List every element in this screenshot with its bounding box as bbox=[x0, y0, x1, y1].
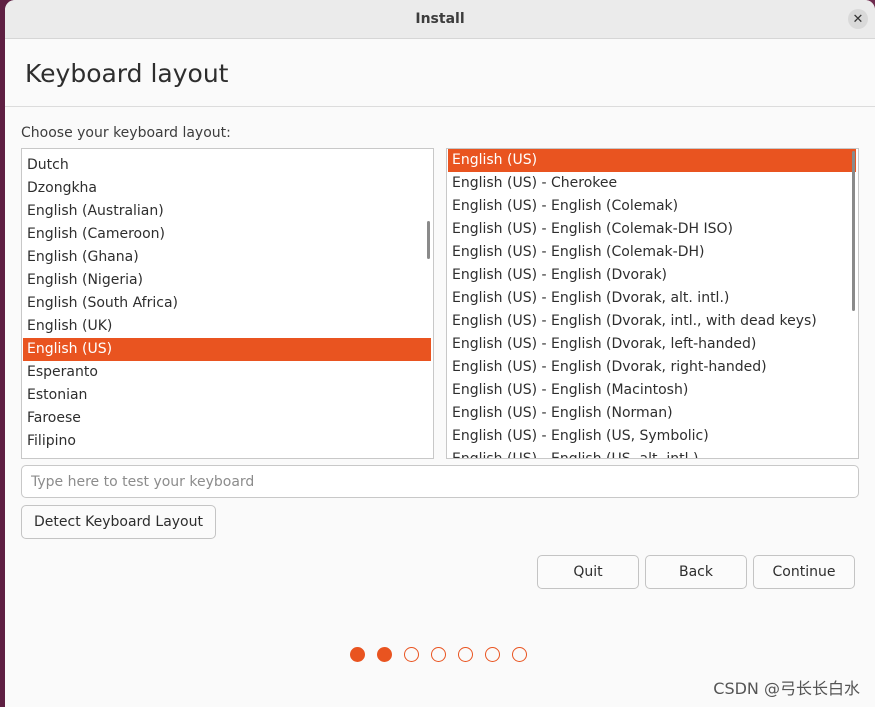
continue-button[interactable]: Continue bbox=[753, 555, 855, 589]
variant-list-item[interactable]: English (US) - English (Colemak-DH) bbox=[448, 241, 856, 264]
step-dot bbox=[512, 647, 527, 662]
layout-list-items: Dutch Dzongkha English (Australian) English… bbox=[23, 154, 433, 453]
layout-list-item[interactable]: English (South Africa) bbox=[23, 292, 431, 315]
layout-list-item[interactable]: Filipino bbox=[23, 430, 431, 453]
variant-list-item[interactable]: English (US) - English (Dvorak) bbox=[448, 264, 856, 287]
layout-list-item[interactable]: English (US) bbox=[23, 338, 431, 361]
back-button[interactable]: Back bbox=[645, 555, 747, 589]
step-dot bbox=[431, 647, 446, 662]
layout-list-item[interactable]: Esperanto bbox=[23, 361, 431, 384]
window-title: Install bbox=[415, 11, 465, 27]
variant-list-scrollbar[interactable] bbox=[852, 151, 855, 311]
layout-list-item[interactable]: English (Cameroon) bbox=[23, 223, 431, 246]
variant-list-item[interactable]: English (US) - English (US, alt. intl.) bbox=[448, 448, 856, 458]
layout-list-item[interactable]: English (Australian) bbox=[23, 200, 431, 223]
layout-list-item[interactable]: English (UK) bbox=[23, 315, 431, 338]
layout-list-scrollbar[interactable] bbox=[427, 221, 430, 259]
page-header: Keyboard layout bbox=[5, 39, 875, 107]
variant-list-item[interactable]: English (US) - English (Dvorak, alt. int… bbox=[448, 287, 856, 310]
step-dot bbox=[377, 647, 392, 662]
variant-list-item[interactable]: English (US) - Cherokee bbox=[448, 172, 856, 195]
variant-list[interactable]: English (US) English (US) - Cherokee Engli… bbox=[446, 148, 859, 459]
step-dot bbox=[404, 647, 419, 662]
step-dot bbox=[458, 647, 473, 662]
title-bar: Install ✕ bbox=[5, 0, 875, 39]
watermark: CSDN @弓长长白水 bbox=[713, 679, 860, 698]
close-icon: ✕ bbox=[852, 11, 864, 27]
layout-list-item[interactable]: Faroese bbox=[23, 407, 431, 430]
layout-prompt: Choose your keyboard layout: bbox=[21, 125, 231, 141]
step-dot bbox=[485, 647, 500, 662]
variant-list-items: English (US) English (US) - Cherokee Engli… bbox=[448, 149, 858, 458]
variant-list-item[interactable]: English (US) - English (Dvorak, left-han… bbox=[448, 333, 856, 356]
layout-list-item[interactable]: Estonian bbox=[23, 384, 431, 407]
keyboard-test-input[interactable] bbox=[21, 465, 859, 498]
installer-window: Install ✕ Keyboard layout Choose your ke… bbox=[5, 0, 875, 707]
variant-list-item[interactable]: English (US) - English (Dvorak, right-ha… bbox=[448, 356, 856, 379]
detect-keyboard-layout-button[interactable]: Detect Keyboard Layout bbox=[21, 505, 216, 539]
layout-list-item[interactable]: English (Ghana) bbox=[23, 246, 431, 269]
variant-list-item[interactable]: English (US) - English (US, Symbolic) bbox=[448, 425, 856, 448]
layout-list[interactable]: Dutch Dzongkha English (Australian) English… bbox=[21, 148, 434, 459]
variant-list-item[interactable]: English (US) - English (Norman) bbox=[448, 402, 856, 425]
variant-list-item[interactable]: English (US) - English (Colemak-DH ISO) bbox=[448, 218, 856, 241]
variant-list-item[interactable]: English (US) - English (Dvorak, intl., w… bbox=[448, 310, 856, 333]
variant-list-item[interactable]: English (US) - English (Macintosh) bbox=[448, 379, 856, 402]
close-button[interactable]: ✕ bbox=[848, 9, 868, 29]
step-indicator bbox=[350, 647, 527, 662]
layout-list-item[interactable]: Dzongkha bbox=[23, 177, 431, 200]
step-dot bbox=[350, 647, 365, 662]
variant-list-item[interactable]: English (US) bbox=[448, 149, 856, 172]
variant-list-item[interactable]: English (US) - English (Colemak) bbox=[448, 195, 856, 218]
quit-button[interactable]: Quit bbox=[537, 555, 639, 589]
page-title: Keyboard layout bbox=[25, 59, 229, 88]
layout-list-item[interactable]: English (Nigeria) bbox=[23, 269, 431, 292]
layout-list-item[interactable]: Dutch bbox=[23, 154, 431, 177]
